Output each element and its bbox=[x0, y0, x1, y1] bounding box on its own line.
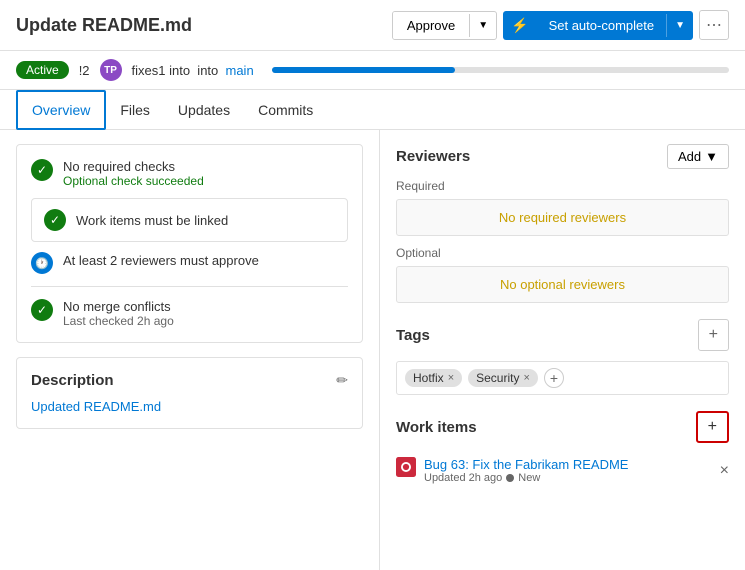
required-label: Required bbox=[396, 179, 729, 193]
check-work-items-label: Work items must be linked bbox=[76, 213, 228, 228]
reviewers-title: Reviewers bbox=[396, 148, 470, 165]
more-button[interactable]: ⋯ bbox=[699, 10, 729, 40]
work-items-title: Work items bbox=[396, 419, 477, 436]
tag-security-label: Security bbox=[476, 371, 519, 385]
work-item-title[interactable]: Bug 63: Fix the Fabrikam README bbox=[424, 457, 628, 472]
approve-button[interactable]: Approve bbox=[393, 12, 469, 39]
check-reviewers: 🕐 At least 2 reviewers must approve bbox=[31, 252, 348, 274]
tags-section: Tags + Hotfix × Security × + bbox=[396, 319, 729, 395]
page-title: Update README.md bbox=[16, 15, 382, 36]
description-text: Updated README.md bbox=[31, 399, 348, 414]
autocomplete-button[interactable]: Set auto-complete bbox=[537, 12, 667, 39]
add-reviewer-label: Add bbox=[678, 149, 701, 164]
check-reviewers-label: At least 2 reviewers must approve bbox=[63, 253, 259, 268]
check-required-sub: Optional check succeeded bbox=[63, 174, 204, 188]
subheader: Active !2 TP fixes1 into into main bbox=[0, 51, 745, 90]
work-item-status-dot bbox=[506, 474, 514, 482]
optional-label: Optional bbox=[396, 246, 729, 260]
autocomplete-button-group: ⚡ Set auto-complete ▼ bbox=[503, 11, 693, 40]
autocomplete-icon: ⚡ bbox=[503, 11, 536, 40]
check-merge-label: No merge conflicts bbox=[63, 299, 174, 314]
tags-title: Tags bbox=[396, 327, 430, 344]
description-title: Description bbox=[31, 372, 114, 389]
check-reviewers-icon: 🕐 bbox=[31, 252, 53, 274]
work-items-header: Work items + bbox=[396, 411, 729, 443]
check-merge-text: No merge conflicts Last checked 2h ago bbox=[63, 299, 174, 328]
autocomplete-caret-button[interactable]: ▼ bbox=[666, 14, 693, 37]
check-required-text: No required checks Optional check succee… bbox=[63, 159, 204, 188]
tab-commits[interactable]: Commits bbox=[244, 90, 327, 129]
add-tag-button[interactable]: + bbox=[698, 319, 729, 351]
left-panel: ✓ No required checks Optional check succ… bbox=[0, 130, 380, 570]
tag-security-remove[interactable]: × bbox=[523, 372, 529, 384]
tab-updates[interactable]: Updates bbox=[164, 90, 244, 129]
approve-caret-button[interactable]: ▼ bbox=[469, 14, 496, 37]
tag-security: Security × bbox=[468, 369, 538, 387]
check-required-label: No required checks bbox=[63, 159, 204, 174]
work-item-status: New bbox=[518, 472, 540, 484]
check-required-icon: ✓ bbox=[31, 159, 53, 181]
tab-files[interactable]: Files bbox=[106, 90, 164, 129]
edit-icon[interactable]: ✏ bbox=[336, 372, 348, 389]
header-actions: Approve ▼ ⚡ Set auto-complete ▼ ⋯ bbox=[392, 10, 729, 40]
check-required: ✓ No required checks Optional check succ… bbox=[31, 159, 348, 188]
check-work-items: ✓ Work items must be linked bbox=[31, 198, 348, 242]
right-panel: Reviewers Add ▼ Required No required rev… bbox=[380, 130, 745, 570]
tag-hotfix: Hotfix × bbox=[405, 369, 462, 387]
work-item-subtitle: Updated 2h ago New bbox=[424, 472, 628, 484]
no-optional-reviewers: No optional reviewers bbox=[396, 266, 729, 303]
approve-button-group: Approve ▼ bbox=[392, 11, 497, 40]
divider bbox=[31, 286, 348, 287]
pr-number-text: !2 bbox=[79, 63, 90, 78]
work-item-text: Bug 63: Fix the Fabrikam README Updated … bbox=[424, 457, 628, 484]
checks-card: ✓ No required checks Optional check succ… bbox=[16, 144, 363, 343]
add-work-item-button[interactable]: + bbox=[696, 411, 729, 443]
reviewers-header: Reviewers Add ▼ bbox=[396, 144, 729, 169]
work-item-updated: Updated 2h ago bbox=[424, 472, 502, 484]
add-reviewer-button[interactable]: Add ▼ bbox=[667, 144, 729, 169]
tag-add-inline[interactable]: + bbox=[544, 368, 564, 388]
check-merge-sub: Last checked 2h ago bbox=[63, 314, 174, 328]
reviewers-section: Reviewers Add ▼ Required No required rev… bbox=[396, 144, 729, 303]
remove-work-item[interactable]: × bbox=[720, 462, 729, 480]
work-item-row: Bug 63: Fix the Fabrikam README Updated … bbox=[396, 453, 729, 488]
pr-number: !2 bbox=[79, 63, 90, 78]
description-card: Description ✏ Updated README.md bbox=[16, 357, 363, 429]
tags-row: Hotfix × Security × + bbox=[396, 361, 729, 395]
tabs-bar: Overview Files Updates Commits bbox=[0, 90, 745, 130]
add-reviewer-caret-icon: ▼ bbox=[705, 149, 718, 164]
status-badge: Active bbox=[16, 61, 69, 79]
tags-header: Tags + bbox=[396, 319, 729, 351]
pr-description: fixes1 into into main bbox=[132, 63, 254, 78]
work-item-info: Bug 63: Fix the Fabrikam README Updated … bbox=[396, 457, 628, 484]
more-icon: ⋯ bbox=[706, 15, 722, 35]
main-content: ✓ No required checks Optional check succ… bbox=[0, 130, 745, 570]
pr-action-text: fixes1 into bbox=[132, 63, 191, 78]
avatar: TP bbox=[100, 59, 122, 81]
description-header: Description ✏ bbox=[31, 372, 348, 389]
check-merge: ✓ No merge conflicts Last checked 2h ago bbox=[31, 299, 348, 328]
progress-bar-fill bbox=[272, 67, 455, 73]
target-branch: main bbox=[226, 63, 254, 78]
bug-icon bbox=[396, 457, 416, 477]
tag-hotfix-label: Hotfix bbox=[413, 371, 444, 385]
check-merge-icon: ✓ bbox=[31, 299, 53, 321]
header: Update README.md Approve ▼ ⚡ Set auto-co… bbox=[0, 0, 745, 51]
no-required-reviewers: No required reviewers bbox=[396, 199, 729, 236]
progress-bar-container bbox=[272, 67, 729, 73]
work-items-section: Work items + Bug 63: Fix the Fabrikam RE… bbox=[396, 411, 729, 488]
tag-hotfix-remove[interactable]: × bbox=[448, 372, 454, 384]
check-work-items-icon: ✓ bbox=[44, 209, 66, 231]
tab-overview[interactable]: Overview bbox=[16, 90, 106, 130]
